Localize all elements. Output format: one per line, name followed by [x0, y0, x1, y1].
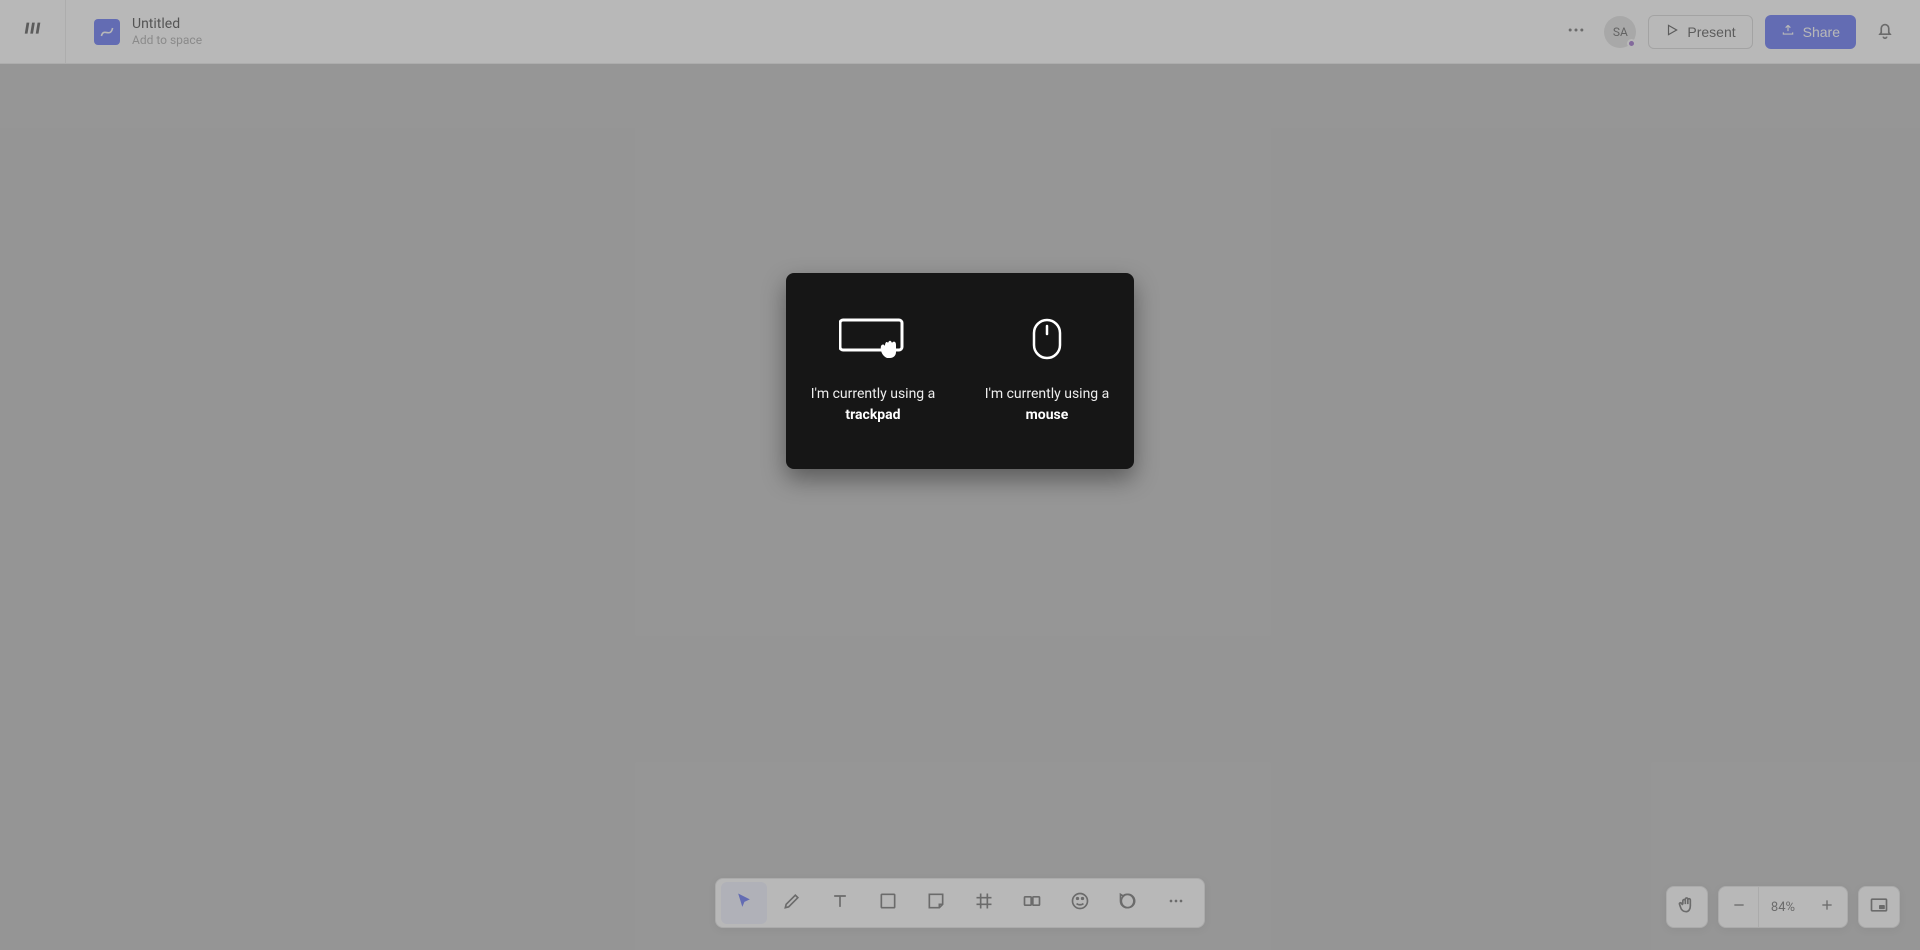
option-trackpad[interactable]: I'm currently using a trackpad [786, 273, 960, 469]
option-mouse-device: mouse [1026, 407, 1069, 423]
trackpad-icon [839, 316, 907, 362]
mouse-icon [1032, 316, 1062, 362]
modal-scrim[interactable] [0, 0, 1920, 950]
option-trackpad-device: trackpad [845, 407, 900, 423]
input-device-modal: I'm currently using a trackpad I'm curre… [786, 273, 1134, 469]
option-mouse[interactable]: I'm currently using a mouse [960, 273, 1134, 469]
option-trackpad-prefix: I'm currently using a [811, 386, 936, 402]
option-mouse-prefix: I'm currently using a [985, 386, 1110, 402]
